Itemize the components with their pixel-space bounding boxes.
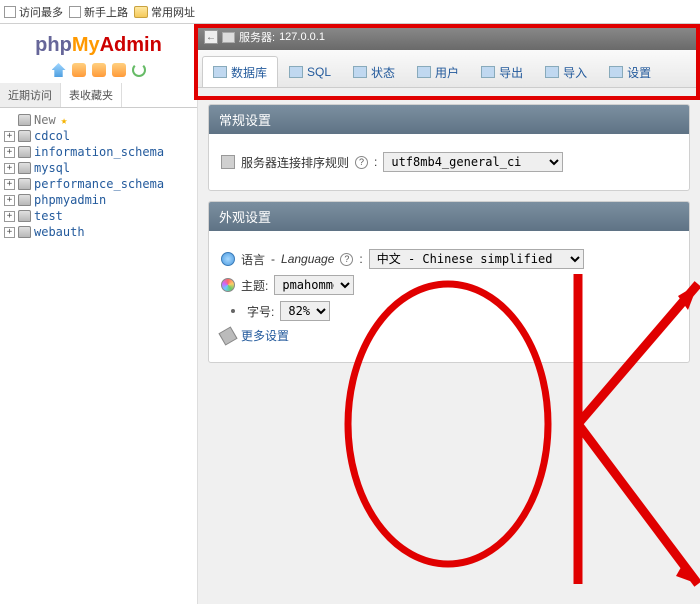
- tree-item[interactable]: +phpmyadmin: [0, 192, 197, 208]
- collation-row: 服务器连接排序规则 ?: utf8mb4_general_ci: [221, 152, 677, 172]
- db-icon: [18, 178, 31, 190]
- refresh-icon[interactable]: [132, 63, 146, 77]
- nav-tabs: 数据库 SQL 状态 用户 导出 导入 设置: [198, 50, 700, 88]
- docs-icon[interactable]: [112, 63, 126, 77]
- server-icon: [222, 32, 235, 43]
- tree-item[interactable]: +performance_schema: [0, 176, 197, 192]
- help-icon[interactable]: ?: [355, 156, 368, 169]
- sql-icon[interactable]: [92, 63, 106, 77]
- tab-status[interactable]: 状态: [342, 56, 406, 87]
- tab-sql[interactable]: SQL: [278, 56, 342, 87]
- panel-appearance: 外观设置 语言 - Language ?: 中文 - Chinese simpl…: [208, 201, 690, 363]
- collation-icon: [221, 155, 235, 169]
- page-icon: [69, 6, 81, 18]
- fontsize-row: 字号: 82%: [221, 301, 677, 321]
- tree-item[interactable]: +webauth: [0, 224, 197, 240]
- exit-icon[interactable]: [72, 63, 86, 77]
- more-settings-link[interactable]: 更多设置: [241, 327, 289, 344]
- server-label: 服务器:: [239, 29, 275, 45]
- expand-icon[interactable]: +: [4, 147, 15, 158]
- tab-users[interactable]: 用户: [406, 56, 470, 87]
- bookmark-most-visited[interactable]: 访问最多: [4, 4, 63, 20]
- sql-icon: [289, 66, 303, 78]
- folder-icon: [134, 6, 148, 18]
- toolbar-icons: [0, 61, 197, 83]
- tree-item[interactable]: +information_schema: [0, 144, 197, 160]
- bookmark-bar: 访问最多 新手上路 常用网址: [0, 0, 700, 24]
- back-button[interactable]: ←: [204, 30, 218, 44]
- export-icon: [481, 66, 495, 78]
- db-icon: [18, 146, 31, 158]
- tab-import[interactable]: 导入: [534, 56, 598, 87]
- bookmark-newbie[interactable]: 新手上路: [69, 4, 128, 20]
- language-row: 语言 - Language ?: 中文 - Chinese simplified: [221, 249, 677, 269]
- language-select[interactable]: 中文 - Chinese simplified: [369, 249, 584, 269]
- gear-icon: [609, 66, 623, 78]
- expand-icon[interactable]: +: [4, 227, 15, 238]
- tab-export[interactable]: 导出: [470, 56, 534, 87]
- db-tree: New★ +cdcol +information_schema +mysql +…: [0, 108, 197, 244]
- panel-title: 常规设置: [209, 105, 689, 134]
- tree-new[interactable]: New★: [0, 112, 197, 128]
- server-bar: ← 服务器: 127.0.0.1: [198, 24, 700, 50]
- tree-item[interactable]: +mysql: [0, 160, 197, 176]
- help-icon[interactable]: ?: [340, 253, 353, 266]
- more-settings-row[interactable]: 更多设置: [221, 327, 677, 344]
- tab-databases[interactable]: 数据库: [202, 56, 278, 87]
- server-ip: 127.0.0.1: [279, 31, 325, 43]
- logo: phpMyAdmin: [0, 24, 197, 61]
- panel-title: 外观设置: [209, 202, 689, 231]
- collation-label: 服务器连接排序规则: [241, 154, 349, 171]
- status-icon: [353, 66, 367, 78]
- globe-icon: [221, 252, 235, 266]
- expand-icon[interactable]: +: [4, 163, 15, 174]
- tab-settings[interactable]: 设置: [598, 56, 662, 87]
- db-icon: [18, 162, 31, 174]
- font-select[interactable]: 82%: [280, 301, 330, 321]
- sidebar-tabs: 近期访问 表收藏夹: [0, 83, 197, 108]
- import-icon: [545, 66, 559, 78]
- bullet-icon: [231, 309, 235, 313]
- db-icon: [18, 226, 31, 238]
- page-icon: [4, 6, 16, 18]
- palette-icon: [221, 278, 235, 292]
- tree-item[interactable]: +cdcol: [0, 128, 197, 144]
- star-icon: ★: [61, 114, 68, 127]
- db-icon: [18, 194, 31, 206]
- theme-select[interactable]: pmahomme: [274, 275, 354, 295]
- tab-favorites[interactable]: 表收藏夹: [61, 83, 122, 107]
- db-icon: [18, 210, 31, 222]
- db-icon: [213, 66, 227, 78]
- expand-icon[interactable]: +: [4, 211, 15, 222]
- panel-general: 常规设置 服务器连接排序规则 ?: utf8mb4_general_ci: [208, 104, 690, 191]
- wrench-icon: [218, 326, 237, 345]
- tab-recent[interactable]: 近期访问: [0, 83, 61, 107]
- db-icon: [18, 114, 31, 126]
- home-icon[interactable]: [52, 63, 66, 77]
- expand-icon[interactable]: +: [4, 131, 15, 142]
- users-icon: [417, 66, 431, 78]
- collation-select[interactable]: utf8mb4_general_ci: [383, 152, 563, 172]
- expand-icon[interactable]: +: [4, 195, 15, 206]
- expand-icon[interactable]: +: [4, 179, 15, 190]
- main-panel: ← 服务器: 127.0.0.1 数据库 SQL 状态 用户 导出 导入 设置 …: [198, 24, 700, 604]
- tree-item[interactable]: +test: [0, 208, 197, 224]
- sidebar: phpMyAdmin 近期访问 表收藏夹 New★ +cdcol +inform…: [0, 24, 198, 604]
- db-icon: [18, 130, 31, 142]
- theme-row: 主题: pmahomme: [221, 275, 677, 295]
- bookmark-common[interactable]: 常用网址: [134, 4, 195, 20]
